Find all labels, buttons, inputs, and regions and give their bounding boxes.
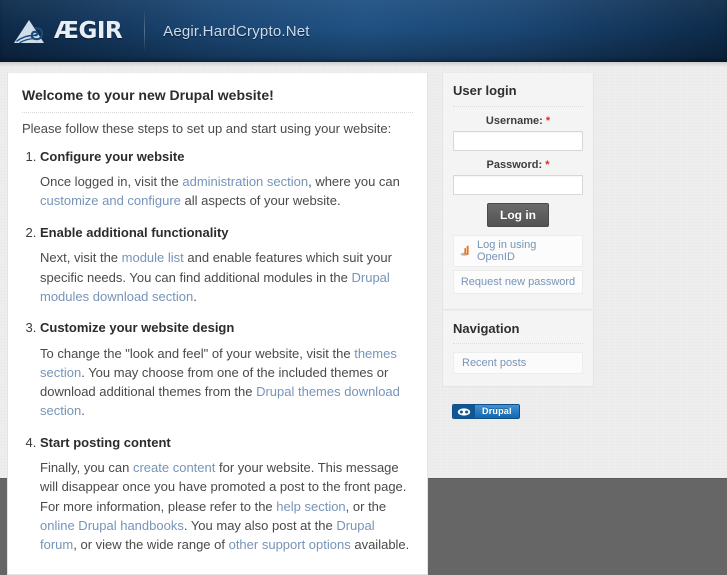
inline-text: . You may also post at the — [183, 517, 337, 533]
brand-logo[interactable]: ÆGIR — [0, 0, 123, 62]
site-name: Aegir.HardCrypto.Net — [163, 22, 310, 40]
navigation-item-link[interactable]: Recent posts — [462, 357, 526, 369]
password-label-text: Password: — [486, 158, 543, 171]
step-paragraph: Finally, you can create content for your… — [40, 458, 413, 496]
step-title: Customize your website design — [40, 320, 235, 335]
inline-text: Next, visit the — [40, 250, 122, 266]
navigation-item[interactable]: Recent posts — [453, 352, 583, 375]
request-password-row[interactable]: Request new password — [453, 269, 583, 294]
step-paragraph: To change the "look and feel" of your we… — [40, 344, 413, 421]
logo-wordmark: ÆGIR — [54, 17, 123, 44]
inline-link[interactable]: online Drupal handbooks — [40, 518, 184, 533]
inline-text: Once logged in, visit the — [40, 174, 183, 190]
openid-login-row[interactable]: Log in using OpenID — [453, 234, 583, 267]
step-title: Start posting content — [40, 434, 171, 450]
inline-text: For more information, please refer to th… — [40, 498, 277, 514]
intro-text: Please follow these steps to set up and … — [22, 120, 392, 136]
page-body: Welcome to your new Drupal website! Plea… — [0, 62, 727, 575]
step-item: Enable additional functionality Next, vis… — [40, 225, 413, 306]
inline-link[interactable]: customize and configure — [40, 193, 181, 208]
site-header: ÆGIR Aegir.HardCrypto.Net — [0, 0, 727, 62]
main-content: Welcome to your new Drupal website! Plea… — [7, 73, 428, 575]
powered-by-drupal-label: Drupal — [475, 405, 519, 419]
page-title: Welcome to your new Drupal website! — [22, 87, 413, 113]
user-login-title: User login — [453, 83, 583, 107]
powered-by-block: Drupal — [442, 388, 594, 420]
inline-text: To change the "look and feel" of your we… — [40, 345, 355, 361]
step-paragraph: For more information, please refer to th… — [40, 497, 413, 555]
openid-login-link[interactable]: Log in using OpenID — [477, 239, 576, 263]
password-input[interactable] — [453, 174, 583, 195]
inline-text: , where you can — [308, 174, 400, 190]
powered-by-drupal-badge[interactable]: Drupal — [452, 404, 520, 420]
navigation-title: Navigation — [453, 321, 583, 345]
sidebar: User login Username: * Password: * Log i… — [442, 73, 594, 421]
openid-icon — [460, 244, 469, 256]
username-label: Username: * — [453, 115, 583, 127]
step-item: Customize your website design To change t… — [40, 320, 413, 421]
inline-link[interactable]: module list — [122, 250, 184, 265]
request-new-password-link[interactable]: Request new password — [461, 276, 575, 288]
step-title: Configure your website — [40, 148, 185, 164]
inline-text: all aspects of your website. — [180, 193, 341, 209]
inline-text: . — [81, 403, 85, 419]
inline-link[interactable]: administration section — [182, 174, 308, 189]
username-label-text: Username: — [485, 114, 543, 127]
username-input[interactable] — [453, 130, 583, 151]
navigation-block: Navigation Recent posts — [442, 310, 594, 388]
password-form-item: Password: * — [453, 159, 583, 195]
inline-text: . — [193, 288, 197, 304]
username-form-item: Username: * — [453, 115, 583, 151]
log-in-button[interactable]: Log in — [487, 202, 549, 227]
login-button-row: Log in — [453, 202, 583, 227]
step-paragraph: Next, visit the module list and enable f… — [40, 248, 413, 306]
inline-link[interactable]: create content — [133, 460, 215, 475]
step-item: Configure your website Once logged in, vi… — [40, 149, 413, 211]
password-required-mark: * — [545, 158, 550, 171]
navigation-list: Recent posts — [453, 352, 583, 375]
inline-text: Finally, you can — [40, 460, 133, 476]
drupal-drop-icon — [453, 405, 475, 419]
inline-text: , or the — [345, 498, 387, 514]
steps-list: Configure your website Once logged in, vi… — [22, 149, 413, 555]
step-title: Enable additional functionality — [40, 224, 229, 240]
user-login-block: User login Username: * Password: * Log i… — [442, 73, 594, 310]
step-paragraph: Once logged in, visit the administration… — [40, 172, 413, 210]
header-divider — [144, 11, 146, 51]
aegir-wave-logo-icon — [14, 20, 44, 44]
password-label: Password: * — [453, 159, 583, 171]
username-required-mark: * — [545, 114, 551, 127]
step-item: Start posting content Finally, you can cr… — [40, 435, 413, 555]
inline-link[interactable]: help section — [276, 499, 345, 514]
